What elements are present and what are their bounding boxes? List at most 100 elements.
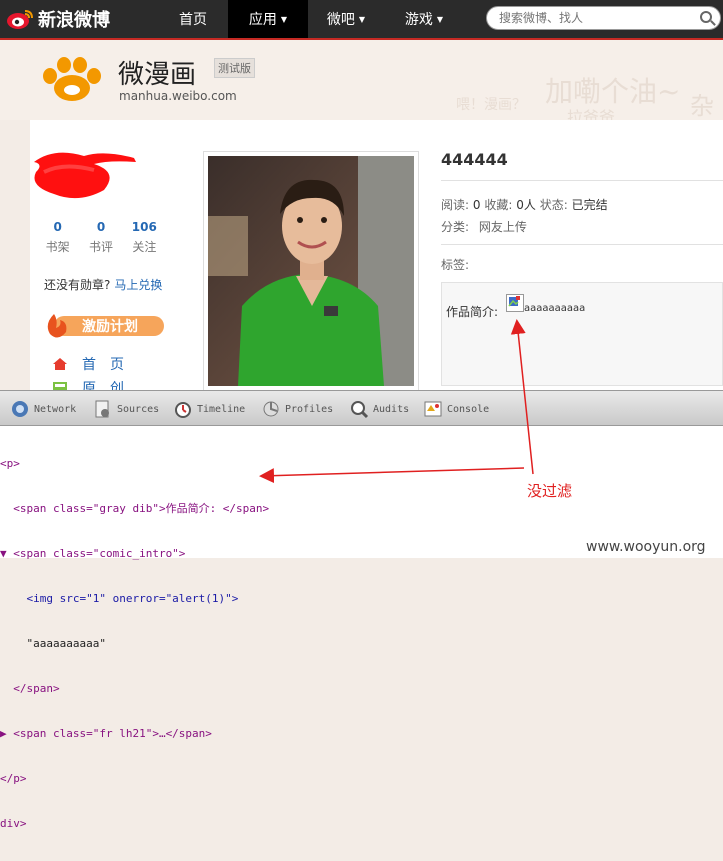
dom-line-text: <span class="gray dib">作品简介: </span>	[0, 502, 270, 515]
dom-line-img[interactable]: <img src="1" onerror="alert(1)">	[0, 591, 269, 606]
redeem-link[interactable]: 马上兑换	[114, 278, 162, 292]
chevron-down-icon: ▼	[280, 14, 288, 24]
stat-label: 书评	[88, 240, 113, 254]
logo-text: 新浪微博	[38, 10, 110, 31]
profiles-icon	[263, 401, 279, 417]
stat-number: 106	[131, 220, 157, 234]
dom-line[interactable]: "aaaaaaaaaa"	[0, 636, 269, 651]
read-count: 0	[472, 198, 481, 212]
nav-home-label: 首页	[179, 12, 207, 28]
watermark: www.wooyun.org	[586, 539, 706, 555]
devtools-toolbar: Network Sources Timeline Profiles Audits…	[0, 390, 723, 426]
tab-label: Profiles	[285, 403, 334, 415]
divider	[441, 244, 723, 245]
dom-line[interactable]: <span class="gray dib">作品简介: </span>	[0, 501, 269, 516]
cover-photo	[208, 156, 414, 386]
status-value: 已完结	[571, 198, 608, 212]
tags-label: 标签:	[441, 258, 470, 272]
dom-line-text: "aaaaaaaaaa"	[0, 637, 106, 650]
dom-line[interactable]: ▼ <span class="comic_intro">	[0, 546, 269, 561]
divider	[441, 180, 723, 181]
tab-label: Console	[447, 403, 490, 415]
audits-icon	[351, 401, 369, 419]
nav-games[interactable]: 游戏 ▼	[388, 0, 460, 38]
read-label: 阅读:	[441, 198, 470, 212]
dom-line-text: ▶ <span class="fr lh21">…</span>	[0, 727, 212, 740]
tab-label: Audits	[373, 403, 410, 415]
dom-line[interactable]: ▶ <span class="fr lh21">…</span>	[0, 726, 269, 741]
medal-row: 还没有勋章? 马上兑换	[44, 276, 162, 293]
stat-label: 书架	[45, 240, 70, 254]
annotation-label: 没过滤	[527, 482, 573, 500]
redacted-username	[34, 152, 136, 199]
dom-line-text: </p>	[0, 772, 27, 785]
intro-text: aaaaaaaaaa	[524, 303, 586, 314]
tab-timeline[interactable]: Timeline	[173, 399, 245, 419]
dom-line[interactable]: <p>	[0, 456, 269, 471]
tab-label: Sources	[117, 403, 160, 415]
site-domain: manhua.weibo.com	[119, 89, 237, 103]
dom-line-text: <p>	[0, 457, 20, 470]
nav-weiba-label: 微吧	[326, 12, 355, 28]
home-icon	[53, 358, 67, 370]
nav-apps[interactable]: 应用 ▼	[228, 0, 308, 38]
weibo-logo[interactable]: 新浪微博	[6, 6, 110, 32]
chevron-down-icon: ▼	[436, 14, 444, 24]
stat-number: 0	[53, 220, 62, 234]
dom-line-text: </span>	[0, 682, 60, 695]
fav-label: 收藏:	[484, 198, 513, 212]
search-icon[interactable]	[700, 11, 712, 23]
console-icon	[424, 401, 442, 417]
weibo-eye-icon	[7, 10, 33, 29]
stat-label: 关注	[132, 240, 157, 254]
tab-label: Timeline	[197, 403, 246, 415]
category-label: 分类:	[441, 220, 470, 234]
sidebar-item-label: 首 页	[82, 357, 124, 373]
stat-bookshelf[interactable]: 0 书架	[36, 220, 79, 255]
intro-box	[441, 282, 723, 386]
nav-apps-label: 应用	[248, 12, 277, 28]
brand-title: 微漫画	[118, 60, 197, 90]
dom-line-text: <img src="1" onerror="alert(1)">	[0, 592, 239, 605]
nav-weiba[interactable]: 微吧 ▼	[310, 0, 382, 38]
status-label: 状态:	[539, 198, 568, 212]
stat-reviews[interactable]: 0 书评	[79, 220, 122, 255]
broken-image-icon	[506, 294, 524, 312]
dom-line[interactable]: div>	[0, 816, 269, 831]
bg-decoration-text: 喂！漫画？	[456, 97, 526, 113]
paw-logo-icon	[43, 57, 101, 101]
dom-line[interactable]: </p>	[0, 771, 269, 786]
stat-following[interactable]: 106 关注	[123, 220, 166, 255]
top-navbar: 新浪微博 首页 应用 ▼ 微吧 ▼ 游戏 ▼	[0, 0, 723, 40]
nav-home[interactable]: 首页	[162, 0, 224, 38]
fav-count: 0人	[516, 198, 536, 212]
user-stats: 0 书架 0 书评 106 关注	[36, 220, 166, 255]
beta-badge: 测试版	[214, 58, 255, 78]
nav-games-label: 游戏	[404, 12, 433, 28]
cover-image	[203, 151, 419, 391]
tab-label: Network	[34, 403, 77, 415]
tab-console[interactable]: Console	[423, 399, 489, 419]
sources-icon	[95, 400, 109, 418]
chevron-down-icon: ▼	[358, 14, 366, 24]
network-icon	[12, 401, 28, 417]
medal-text: 还没有勋章?	[44, 278, 111, 292]
work-title: 444444	[441, 150, 508, 169]
search-input[interactable]	[497, 10, 691, 26]
bg-decoration-text: 杂	[690, 92, 714, 120]
tab-sources[interactable]: Sources	[93, 399, 159, 419]
tab-audits[interactable]: Audits	[349, 399, 409, 419]
tab-profiles[interactable]: Profiles	[261, 399, 333, 419]
timeline-icon	[175, 402, 191, 418]
tab-network[interactable]: Network	[10, 399, 76, 419]
stat-number: 0	[96, 220, 106, 234]
dom-line[interactable]: </span>	[0, 681, 269, 696]
category-value[interactable]: 网友上传	[479, 220, 527, 234]
work-category: 分类: 网友上传	[441, 218, 527, 235]
intro-label: 作品简介:	[446, 305, 499, 319]
devtools-panel: Network Sources Timeline Profiles Audits…	[0, 390, 723, 830]
dom-line-text: div>	[0, 817, 27, 830]
dom-line-text: ▼ <span class="comic_intro">	[0, 547, 186, 560]
incentive-banner[interactable]: 激励计划	[40, 312, 166, 340]
sidebar-item-home[interactable]: 首 页	[52, 352, 124, 376]
